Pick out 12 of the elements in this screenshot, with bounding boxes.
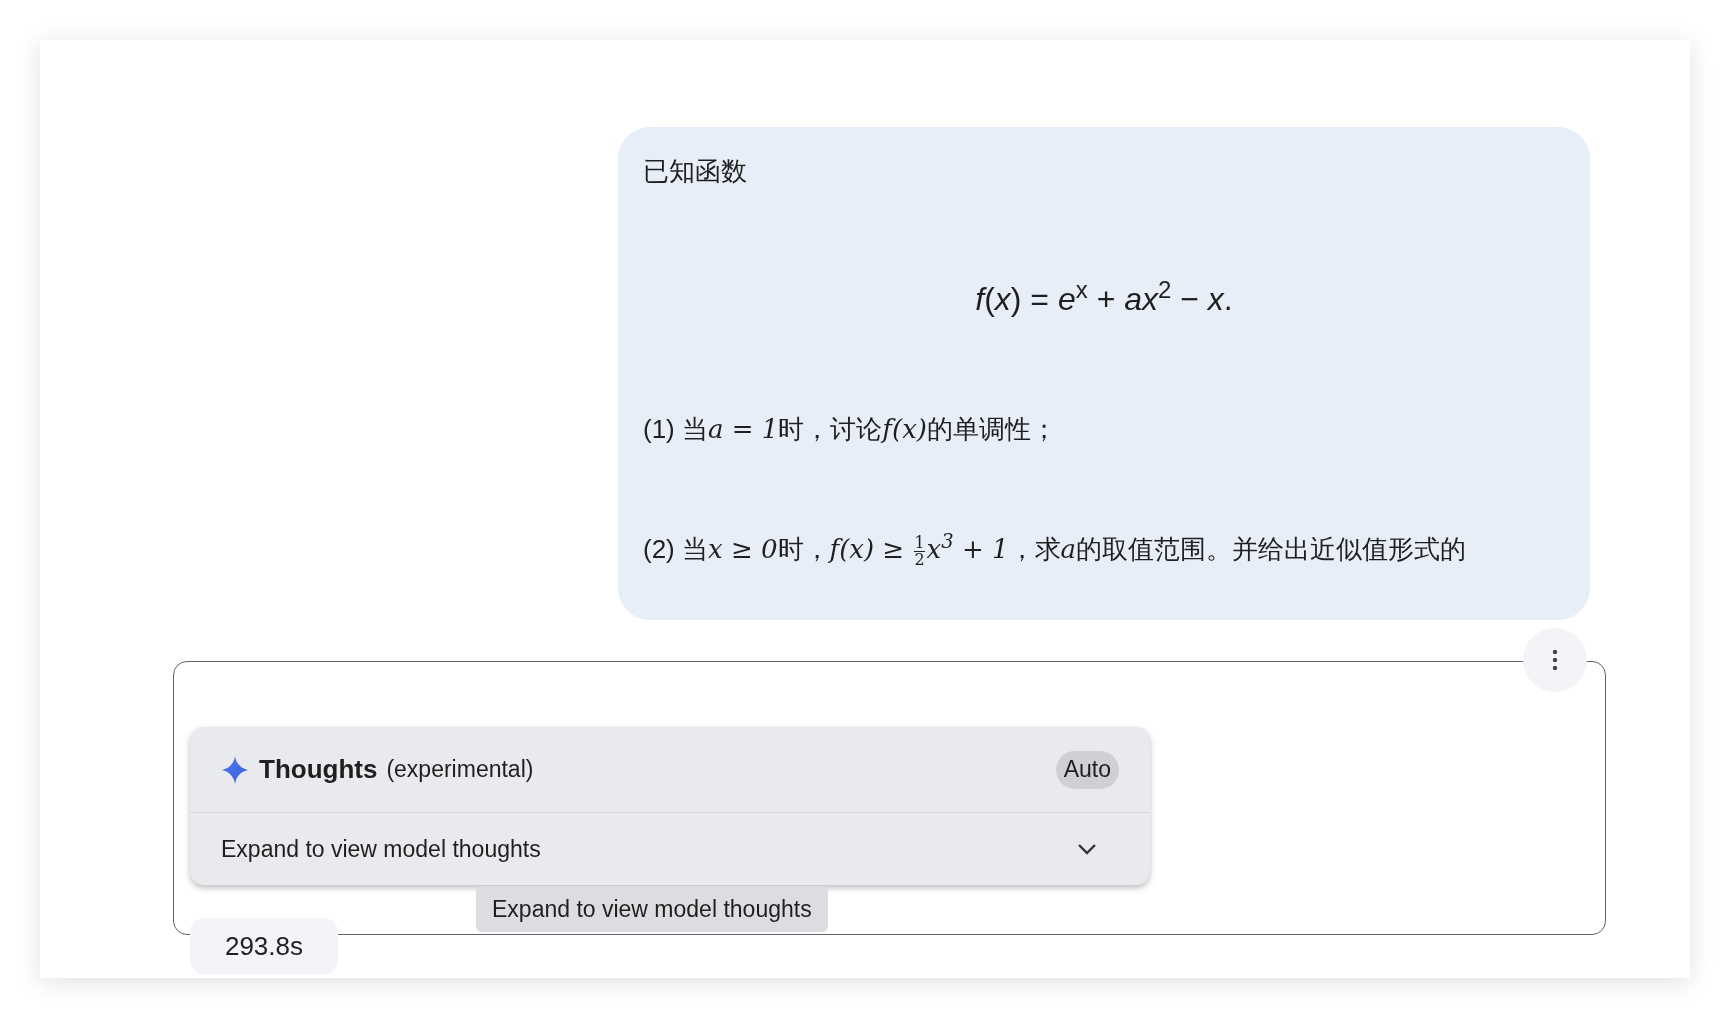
question-text: (1) 当a = 1 时，讨论f(x)的单调性； [643, 413, 1057, 446]
mode-chip: Auto [1055, 750, 1119, 789]
expand-thoughts-row[interactable]: Expand to view model thoughts [190, 813, 1150, 885]
more-vertical-icon [1552, 649, 1558, 671]
thoughts-subtitle: (experimental) [386, 755, 534, 785]
tooltip: Expand to view model thoughts [476, 886, 828, 932]
sparkle-icon [221, 755, 249, 784]
chevron-icon [1077, 843, 1097, 855]
prompt-heading: 已知函数 [643, 155, 747, 188]
formula: f(x) = e$^{x}$ + ax$^{2}$ − x. [975, 279, 1233, 319]
duration-chip: 293.8s [190, 918, 338, 974]
thoughts-title: Thoughts [259, 753, 378, 786]
